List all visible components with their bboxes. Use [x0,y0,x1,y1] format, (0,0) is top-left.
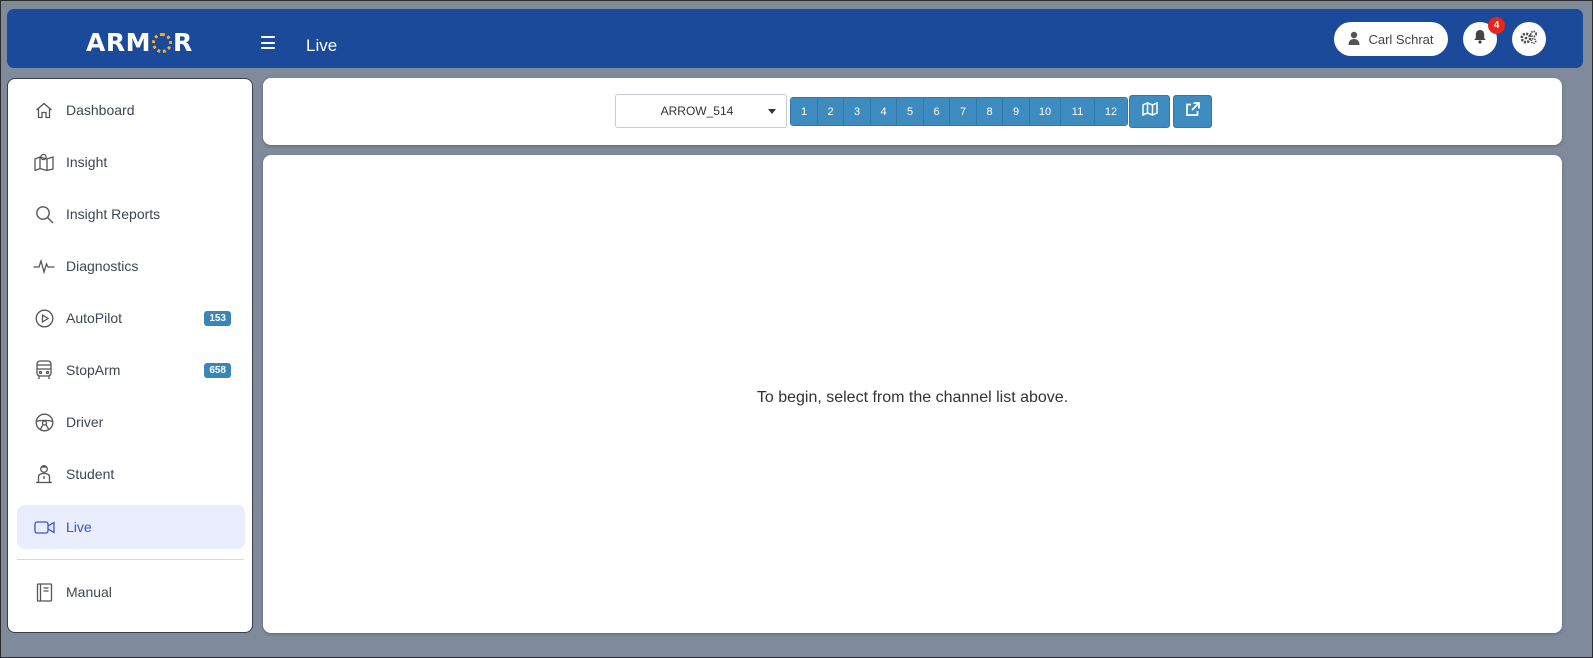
student-icon [33,463,55,485]
page-title: Live [306,36,338,55]
sidebar: Dashboard Insight Insight Reports Diagno… [7,78,253,633]
book-icon [33,581,55,603]
sidebar-item-label: Diagnostics [66,258,139,274]
channel-button-5[interactable]: 5 [897,98,924,125]
logo-ring-icon [151,32,172,53]
channel-button-4[interactable]: 4 [871,98,897,125]
sidebar-item-autopilot[interactable]: AutoPilot 153 [17,296,245,340]
channel-button-6[interactable]: 6 [924,98,950,125]
app-frame: ARM R Live Carl Schrat 4 Dashboard Insig… [0,0,1593,658]
steering-wheel-icon [33,411,55,433]
sidebar-item-dashboard[interactable]: Dashboard [17,88,245,132]
chevron-down-icon [768,108,776,114]
search-icon [33,203,55,225]
sidebar-item-student[interactable]: Student [17,452,245,496]
channel-button-2[interactable]: 2 [818,98,844,125]
device-select-value: ARROW_514 [660,104,734,118]
sidebar-item-label: Insight Reports [66,206,161,222]
sidebar-item-stoparm[interactable]: StopArm 658 [17,348,245,392]
sidebar-item-label: StopArm [66,362,121,378]
bus-icon [33,359,55,381]
channel-button-1[interactable]: 1 [791,98,818,125]
sidebar-divider [17,559,244,560]
sidebar-item-label: Driver [66,414,104,430]
sidebar-item-label: AutoPilot [66,310,123,326]
channel-button-8[interactable]: 8 [977,98,1003,125]
stoparm-count-badge: 658 [204,363,231,378]
play-circle-icon [33,307,55,329]
sidebar-item-insight[interactable]: Insight [17,140,245,184]
channel-button-3[interactable]: 3 [844,98,871,125]
home-icon [33,99,55,121]
device-select[interactable]: ARROW_514 [615,94,787,128]
popout-window-button[interactable] [1173,95,1212,128]
channel-button-12[interactable]: 12 [1095,98,1127,125]
user-name: Carl Schrat [1368,31,1434,47]
video-camera-icon [33,516,55,538]
sidebar-item-label: Student [66,466,115,482]
sidebar-item-manual[interactable]: Manual [17,570,245,614]
sidebar-item-label: Manual [66,584,112,600]
pulse-icon [33,255,55,277]
sidebar-item-label: Dashboard [66,102,135,118]
channel-button-7[interactable]: 7 [950,98,977,125]
channel-button-11[interactable]: 11 [1061,98,1095,125]
hamburger-menu-icon[interactable] [261,36,275,49]
gears-icon [1520,30,1538,49]
notification-count-badge: 4 [1488,17,1505,34]
channel-button-10[interactable]: 10 [1030,98,1061,125]
external-link-icon [1185,101,1200,122]
logo-text-right: R [172,28,193,57]
logo-text-left: ARM [86,28,151,57]
user-icon [1348,31,1360,48]
live-video-panel: To begin, select from the channel list a… [263,155,1562,633]
sidebar-item-driver[interactable]: Driver [17,400,245,444]
channel-toolbar: ARROW_514 1 2 3 4 5 6 7 8 9 10 11 12 [263,78,1562,145]
map-icon [33,151,55,173]
sidebar-item-live[interactable]: Live [17,505,245,549]
armor-logo[interactable]: ARM R [86,28,193,57]
sidebar-item-label: Insight [66,154,108,170]
channel-button-9[interactable]: 9 [1003,98,1030,125]
autopilot-count-badge: 153 [204,311,231,326]
bell-icon [1473,29,1487,49]
sidebar-item-label: Live [66,519,92,535]
map-icon [1141,101,1158,121]
channel-button-group: 1 2 3 4 5 6 7 8 9 10 11 12 [790,97,1128,126]
map-view-button[interactable] [1129,95,1170,128]
settings-button[interactable] [1512,22,1546,56]
sidebar-item-insight-reports[interactable]: Insight Reports [17,192,245,236]
user-menu-button[interactable]: Carl Schrat [1334,22,1448,56]
empty-state-message: To begin, select from the channel list a… [756,389,1069,406]
sidebar-item-diagnostics[interactable]: Diagnostics [17,244,245,288]
